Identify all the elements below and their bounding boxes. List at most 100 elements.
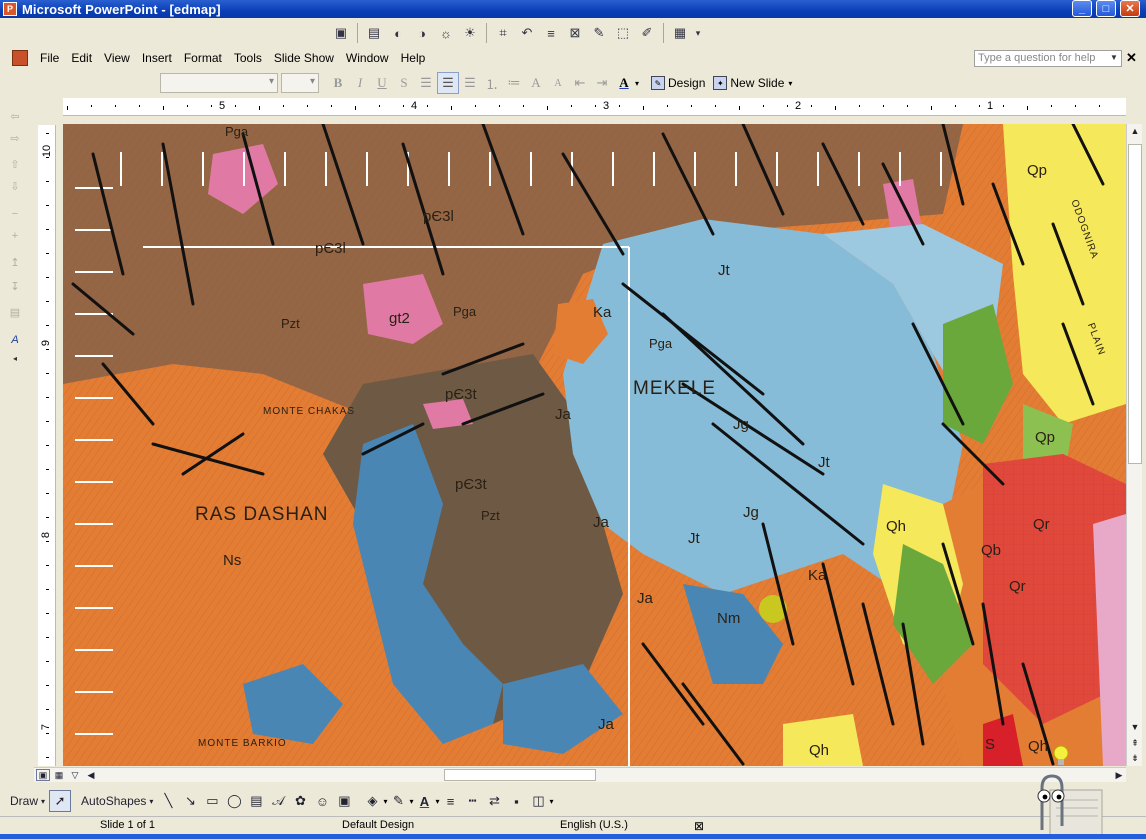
compress-pictures-icon[interactable]: ⊠ [564,22,586,44]
scroll-down-icon[interactable]: ▼ [1127,720,1143,734]
menu-view[interactable]: View [98,51,136,65]
menu-tools[interactable]: Tools [228,51,268,65]
oval-icon[interactable]: ◯ [223,790,245,812]
toolbar-options-icon[interactable]: ▾ [693,22,703,44]
line-color-icon[interactable]: ✎ [387,790,409,812]
align-right-icon[interactable]: ☰ [459,72,481,94]
align-left-icon[interactable]: ☰ [415,72,437,94]
show-formatting-icon[interactable]: A [8,333,22,347]
reset-picture-icon[interactable]: ▦ [669,22,691,44]
design-button[interactable]: ✎ Design [647,76,709,90]
move-up-icon[interactable]: ⇧ [8,157,22,171]
move-down-icon[interactable]: ⇩ [8,179,22,193]
previous-slide-icon[interactable]: ⇞ [1127,736,1143,750]
vertical-scrollbar[interactable]: ▲ ▼ ⇞ ⇟ [1126,124,1142,766]
rotate-left-icon[interactable]: ↶ [516,22,538,44]
lightbulb-icon[interactable] [1052,744,1070,768]
decrease-font-icon[interactable]: A [547,72,569,94]
slide-show-icon[interactable]: ▽ [68,769,82,781]
3d-style-icon[interactable]: ◫ [527,790,549,812]
summary-slide-icon[interactable]: ▤ [8,305,22,319]
font-color-icon[interactable]: A [413,790,435,812]
text-box-icon[interactable]: ▤ [245,790,267,812]
rectangle-icon[interactable]: ▭ [201,790,223,812]
menu-file[interactable]: File [34,51,65,65]
menu-window[interactable]: Window [340,51,395,65]
increase-indent-icon[interactable]: ⇥ [591,72,613,94]
less-contrast-icon[interactable]: ◑ [411,22,433,44]
next-slide-icon[interactable]: ⇟ [1127,751,1143,765]
underline-icon[interactable]: U [371,72,393,94]
increase-font-icon[interactable]: A [525,72,547,94]
font-color-icon[interactable]: A [613,72,635,94]
normal-view-icon[interactable]: ▣ [36,769,50,781]
clip-art-icon[interactable]: ☺ [311,790,333,812]
dash-style-icon[interactable]: ┅ [461,790,483,812]
horizontal-scroll-thumb[interactable] [444,769,596,781]
slide-geologic-map[interactable]: RAS DASHAN MONTE CHAKAS MEKELE MONTE BAR… [63,124,1126,766]
arrow-style-icon[interactable]: ⇄ [483,790,505,812]
collapse-all-icon[interactable]: ↥ [8,255,22,269]
menu-format[interactable]: Format [178,51,228,65]
arrow-icon[interactable]: ↘ [179,790,201,812]
less-brightness-icon[interactable]: ☀ [459,22,481,44]
minimize-button[interactable]: _ [1072,0,1092,17]
more-contrast-icon[interactable]: ◐ [387,22,409,44]
font-size-combo[interactable] [281,73,319,93]
help-dropdown-icon[interactable]: ▼ [1110,53,1118,62]
bold-icon[interactable]: B [327,72,349,94]
fill-color-icon[interactable]: ◈ [361,790,383,812]
diagram-icon[interactable]: ✿ [289,790,311,812]
insert-picture-icon[interactable]: ▣ [330,22,352,44]
close-document-icon[interactable]: ✕ [1126,50,1137,66]
bullets-icon[interactable]: ≔ [503,72,525,94]
recolor-picture-icon[interactable]: ✎ [588,22,610,44]
horizontal-scrollbar[interactable]: ▣ ▦ ▽ ◀ ▶ [34,767,1126,782]
menu-slide-show[interactable]: Slide Show [268,51,340,65]
new-slide-button[interactable]: ✦ New Slide [709,76,788,90]
vertical-scroll-thumb[interactable] [1128,144,1142,464]
demote-icon[interactable]: ⇨ [8,131,22,145]
scroll-right-icon[interactable]: ▶ [1112,769,1126,781]
outline-more-icon[interactable]: ◂ [8,351,22,365]
expand-all-icon[interactable]: ↧ [8,279,22,293]
shadow-style-icon[interactable]: ▪ [505,790,527,812]
line-style-icon[interactable]: ≡ [439,790,461,812]
italic-icon[interactable]: I [349,72,371,94]
menu-help[interactable]: Help [395,51,432,65]
toolbar-options-icon[interactable]: ▾ [549,797,553,806]
format-picture-icon[interactable]: ⬚ [612,22,634,44]
select-objects-icon[interactable]: ➚ [49,790,72,812]
toolbar-options-icon[interactable]: ▾ [788,79,792,88]
expand-icon[interactable]: + [8,229,22,243]
decrease-indent-icon[interactable]: ⇤ [569,72,591,94]
close-button[interactable]: ✕ [1120,0,1140,17]
wordart-icon[interactable]: 𝒜 [267,790,289,812]
help-question-input[interactable]: Type a question for help [974,50,1122,67]
line-icon[interactable]: ╲ [157,790,179,812]
autoshapes-menu-button[interactable]: AutoShapes ▾ [77,790,157,812]
shadow-icon[interactable]: S [393,72,415,94]
document-icon[interactable] [12,50,28,66]
line-style-icon[interactable]: ≡ [540,22,562,44]
powerpoint-app-icon[interactable]: P [3,2,17,16]
draw-menu-button[interactable]: Draw ▾ [6,790,49,812]
crop-icon[interactable]: ⌗ [492,22,514,44]
menu-edit[interactable]: Edit [65,51,98,65]
promote-icon[interactable]: ⇦ [8,109,22,123]
color-icon[interactable]: ▤ [363,22,385,44]
spelling-status-icon[interactable]: ⊠ [694,819,704,833]
maximize-button[interactable]: □ [1096,0,1116,17]
center-icon[interactable]: ☰ [437,72,459,94]
numbering-icon[interactable]: ⒈ [481,72,503,94]
slide-sorter-view-icon[interactable]: ▦ [52,769,66,781]
more-brightness-icon[interactable]: ☼ [435,22,457,44]
font-color-dropdown-icon[interactable]: ▾ [635,79,639,88]
font-name-combo[interactable] [160,73,278,93]
menu-insert[interactable]: Insert [136,51,178,65]
scroll-up-icon[interactable]: ▲ [1127,124,1143,138]
scroll-left-icon[interactable]: ◀ [84,769,98,781]
insert-picture-icon[interactable]: ▣ [333,790,355,812]
set-transparent-color-icon[interactable]: ✐ [636,22,658,44]
office-assistant-clippy-icon[interactable] [1028,770,1106,836]
